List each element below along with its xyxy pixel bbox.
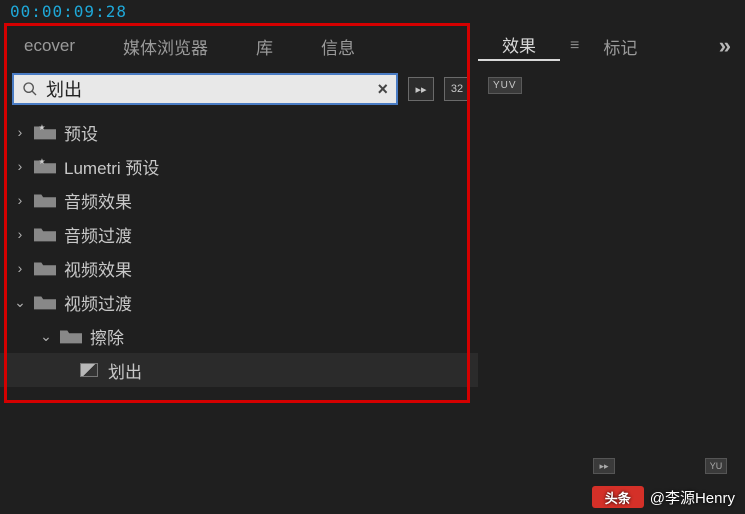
- tab-effects[interactable]: 效果: [478, 32, 560, 61]
- tab-info[interactable]: 信息: [297, 34, 379, 59]
- folder-label: Lumetri 预设: [64, 154, 159, 179]
- accelerated-badge-icon: ▸▸: [593, 458, 615, 474]
- folder-video-transitions[interactable]: ⌄ 视频过渡: [0, 285, 478, 319]
- tab-media-browser[interactable]: 媒体浏览器: [99, 34, 232, 59]
- tab-recover[interactable]: ecover: [0, 36, 99, 56]
- folder-audio-transitions[interactable]: › 音频过渡: [0, 217, 478, 251]
- 32bit-filter-button[interactable]: 32: [444, 77, 470, 101]
- folder-icon: [34, 260, 56, 276]
- folder-star-icon: ★: [34, 158, 56, 174]
- folder-label: 视频过渡: [64, 290, 132, 315]
- search-input[interactable]: [46, 79, 377, 100]
- watermark-user: @李源Henry: [650, 487, 735, 508]
- watermark-logo: 头条: [592, 486, 644, 508]
- chevron-down-icon: ⌄: [14, 294, 26, 311]
- folder-icon: [34, 192, 56, 208]
- yuv-badge-icon: YU: [705, 458, 727, 474]
- folder-wipe[interactable]: ⌄ 擦除: [0, 319, 478, 353]
- chevron-right-icon: ›: [14, 158, 26, 174]
- chevron-right-icon: ›: [14, 260, 26, 276]
- folder-label: 擦除: [90, 324, 124, 349]
- transition-effect-icon: [78, 362, 100, 378]
- effects-tree: › ★ 预设 › ★ Lumetri 预设 › 音频效果 › 音频过渡 ›: [0, 111, 478, 391]
- panel-menu-icon[interactable]: ≡: [570, 37, 579, 55]
- watermark: 头条 @李源Henry: [592, 486, 735, 508]
- effects-panel: 效果 ≡ 标记 » YUV ▸▸ YU: [478, 25, 745, 479]
- folder-lumetri-presets[interactable]: › ★ Lumetri 预设: [0, 149, 478, 183]
- search-field-wrap[interactable]: ×: [12, 73, 398, 105]
- folder-star-icon: ★: [34, 124, 56, 140]
- effect-label: 划出: [108, 358, 142, 383]
- project-panel: ecover 媒体浏览器 库 信息 × ▸▸ 32 › ★ 预设 › ★ Lu: [0, 25, 478, 479]
- folder-label: 音频效果: [64, 188, 132, 213]
- folder-audio-effects[interactable]: › 音频效果: [0, 183, 478, 217]
- tab-markers[interactable]: 标记: [579, 34, 661, 59]
- chevron-right-icon: ›: [14, 192, 26, 208]
- timecode: 00:00:09:28: [0, 0, 745, 25]
- overflow-button[interactable]: »: [705, 33, 745, 59]
- folder-icon: [34, 294, 56, 310]
- search-icon: [22, 81, 38, 97]
- clear-search-button[interactable]: ×: [377, 79, 388, 100]
- chevron-right-icon: ›: [14, 124, 26, 140]
- folder-icon: [60, 328, 82, 344]
- yuv-filter-badge[interactable]: YUV: [488, 77, 522, 94]
- folder-label: 视频效果: [64, 256, 132, 281]
- folder-icon: [34, 226, 56, 242]
- folder-presets[interactable]: › ★ 预设: [0, 115, 478, 149]
- chevron-right-icon: ›: [14, 226, 26, 242]
- right-tabs: 效果 ≡ 标记 »: [478, 25, 745, 67]
- tab-library[interactable]: 库: [232, 34, 297, 59]
- effect-wipe-out[interactable]: 划出: [0, 353, 478, 387]
- folder-label: 预设: [64, 120, 98, 145]
- chevron-down-icon: ⌄: [40, 328, 52, 345]
- left-tabs: ecover 媒体浏览器 库 信息: [0, 25, 478, 67]
- accelerated-fx-filter-button[interactable]: ▸▸: [408, 77, 434, 101]
- folder-label: 音频过渡: [64, 222, 132, 247]
- folder-video-effects[interactable]: › 视频效果: [0, 251, 478, 285]
